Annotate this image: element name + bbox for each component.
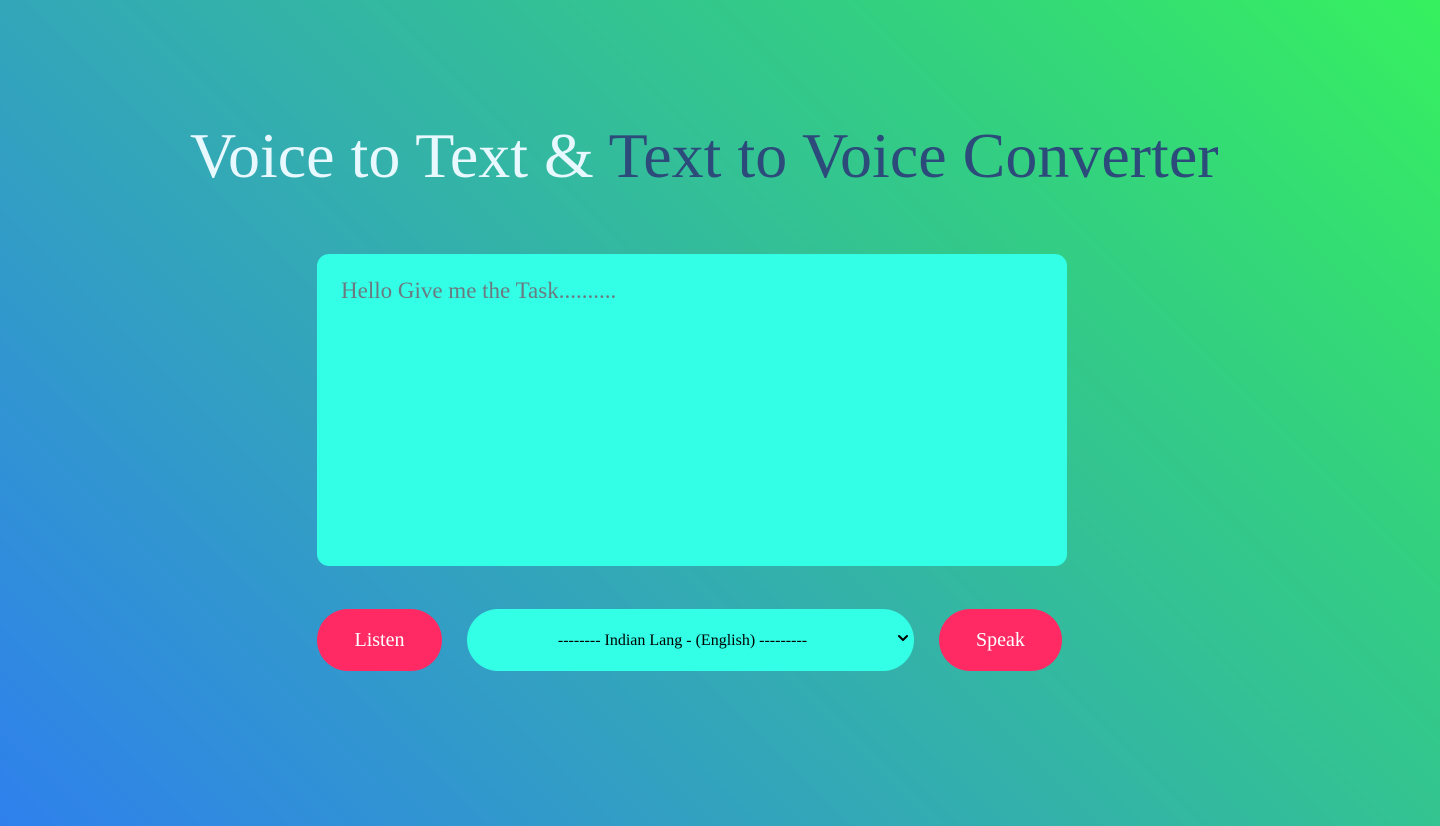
listen-button[interactable]: Listen bbox=[317, 609, 442, 671]
page-title-part-2: Text to Voice Converter bbox=[608, 120, 1219, 191]
language-select[interactable]: -------- Indian Lang - (English) -------… bbox=[467, 609, 914, 671]
speak-button[interactable]: Speak bbox=[939, 609, 1062, 671]
page-title: Voice to Text & Text to Voice Converter bbox=[190, 118, 1219, 194]
language-select-container: -------- Indian Lang - (English) -------… bbox=[467, 609, 914, 671]
page-title-part-1: Voice to Text & bbox=[190, 120, 609, 191]
text-input-area[interactable] bbox=[317, 254, 1067, 566]
